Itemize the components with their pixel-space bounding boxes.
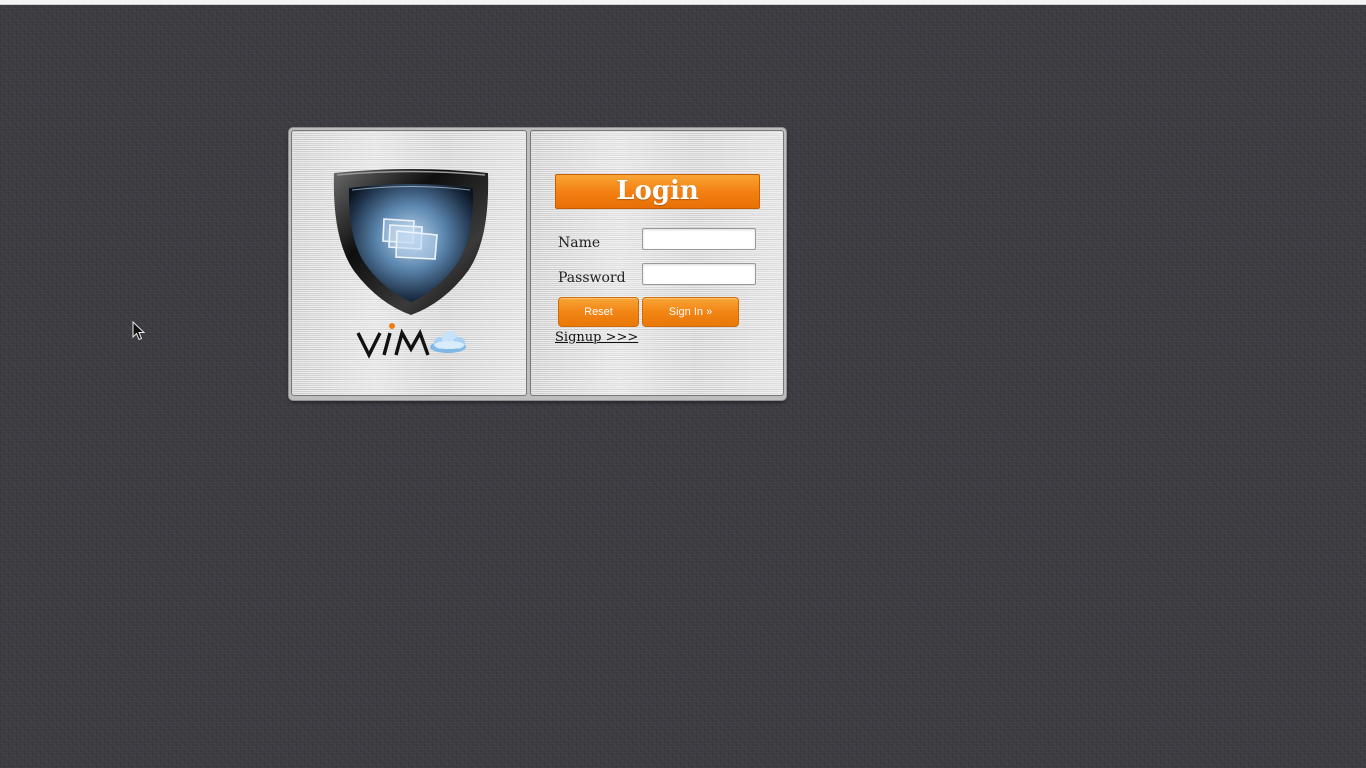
login-form-panel: Login Name Password Reset Sign In » Sign… xyxy=(530,130,784,396)
login-container: Login Name Password Reset Sign In » Sign… xyxy=(289,128,786,400)
browser-top-strip xyxy=(0,0,1366,5)
password-input[interactable] xyxy=(642,263,756,285)
shield-icon xyxy=(333,169,489,315)
password-label: Password xyxy=(558,270,626,286)
name-input[interactable] xyxy=(642,228,756,250)
reset-button[interactable]: Reset xyxy=(558,297,639,327)
cloud-icon xyxy=(430,331,466,353)
sign-in-button[interactable]: Sign In » xyxy=(642,297,739,327)
mouse-cursor-icon xyxy=(132,321,146,341)
name-label: Name xyxy=(558,235,601,251)
login-title: Login xyxy=(555,174,760,209)
signup-link[interactable]: Signup >>> xyxy=(555,330,638,345)
logo-panel xyxy=(291,130,527,396)
vim-logo xyxy=(356,323,466,359)
